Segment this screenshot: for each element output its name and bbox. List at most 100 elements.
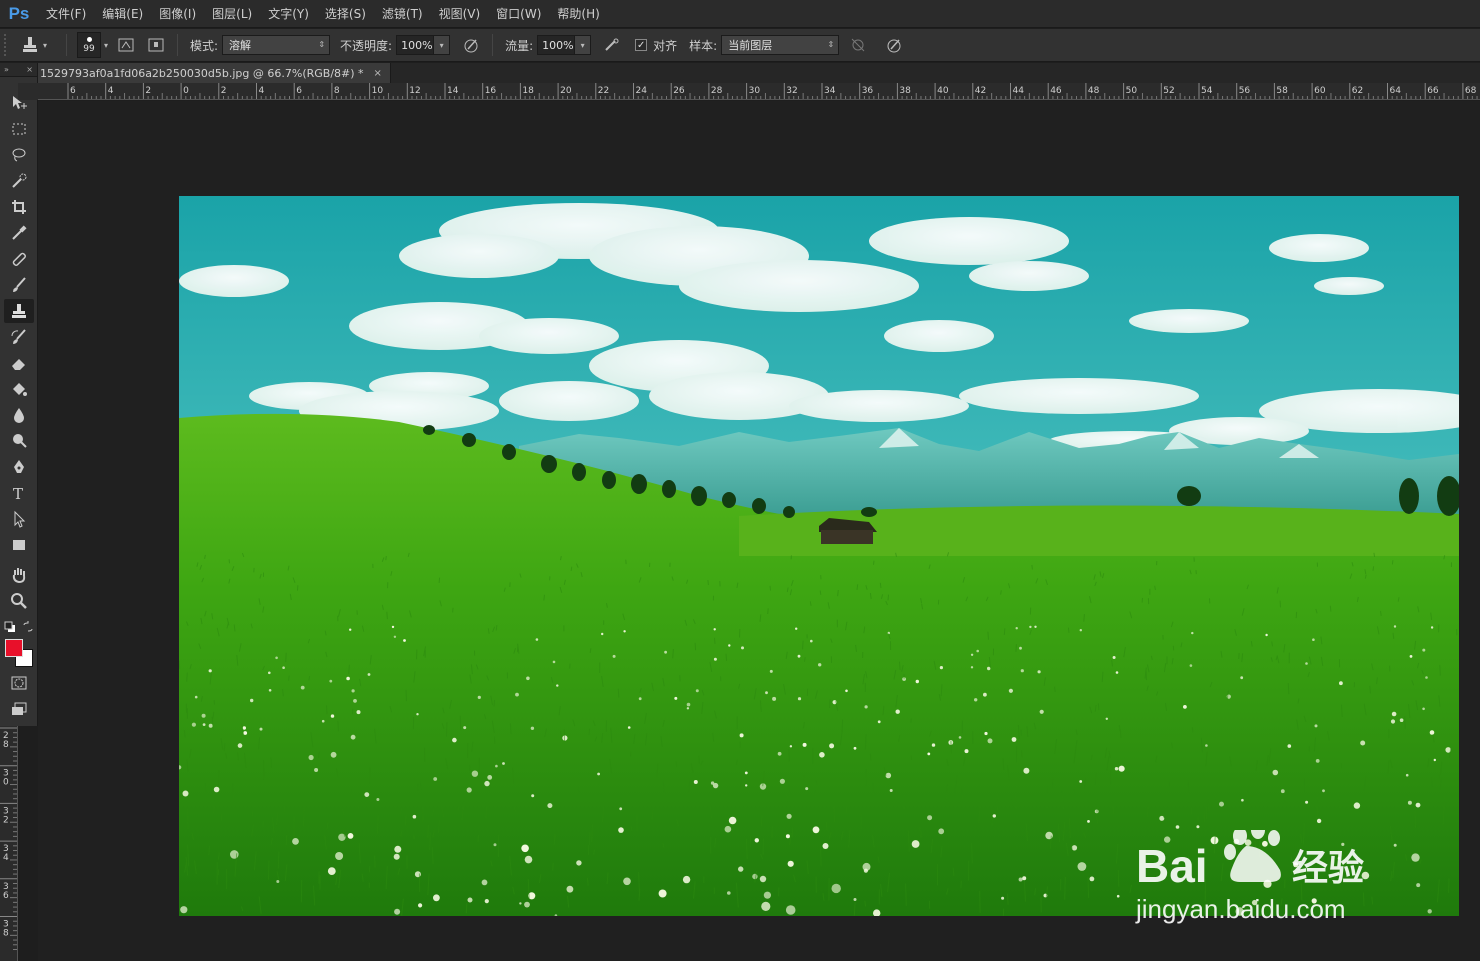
- flower-dot: [713, 657, 717, 661]
- menu-layer[interactable]: 图层(L): [204, 0, 260, 28]
- menu-edit[interactable]: 编辑(E): [94, 0, 151, 28]
- ruler-label: 8: [334, 86, 340, 96]
- ruler-label: 18: [522, 86, 534, 96]
- rectangle-tool[interactable]: [4, 533, 34, 557]
- ruler-label: 56: [1239, 86, 1251, 96]
- tools-panel-header[interactable]: » ×: [0, 63, 37, 77]
- hand-tool[interactable]: [4, 563, 34, 587]
- menu-image[interactable]: 图像(I): [151, 0, 204, 28]
- vertical-ruler[interactable]: 283032343638: [0, 726, 18, 961]
- flow-input[interactable]: 100%: [537, 35, 576, 55]
- ignore-adjustment-layers-button[interactable]: [847, 34, 869, 56]
- dodge-tool[interactable]: [4, 429, 34, 453]
- ruler-label: 54: [1201, 86, 1213, 96]
- swap-colors-button[interactable]: [22, 621, 34, 633]
- flower-dot: [1115, 671, 1119, 674]
- flower-dot: [738, 866, 744, 872]
- menu-filter[interactable]: 滤镜(T): [374, 0, 431, 28]
- flower-dot: [364, 792, 370, 797]
- zoom-tool[interactable]: [4, 589, 34, 613]
- flower-dot: [745, 784, 748, 787]
- mode-select[interactable]: 溶解 ⇕: [222, 35, 331, 55]
- crop-tool[interactable]: [4, 195, 34, 219]
- document-tab[interactable]: 1529793af0a1fd06a2b250030d5b.jpg @ 66.7%…: [38, 63, 391, 83]
- menu-help[interactable]: 帮助(H): [549, 0, 607, 28]
- airbrush-icon: [605, 38, 619, 51]
- ruler-label: 38: [899, 86, 911, 96]
- menu-file[interactable]: 文件(F): [38, 0, 94, 28]
- eraser-tool[interactable]: [4, 351, 34, 375]
- flower-dot: [327, 867, 336, 875]
- healing-brush-icon: [12, 252, 26, 266]
- marquee-tool[interactable]: [4, 117, 34, 141]
- healing-brush-tool[interactable]: [4, 247, 34, 271]
- flower-dot: [194, 695, 198, 699]
- default-colors-button[interactable]: [4, 621, 16, 633]
- grass-blade: [725, 653, 728, 661]
- options-grip[interactable]: [4, 34, 10, 56]
- menu-select[interactable]: 选择(S): [317, 0, 374, 28]
- grass-blade: [493, 699, 496, 707]
- grass-blade: [1021, 750, 1023, 758]
- paint-bucket-tool[interactable]: [4, 377, 34, 401]
- grass-blade: [617, 688, 620, 698]
- clone-stamp-tool[interactable]: [4, 299, 34, 323]
- brush-dropdown-chevron-icon[interactable]: ▾: [101, 36, 111, 54]
- pressure-opacity-button[interactable]: [460, 34, 482, 56]
- flower-dot: [1219, 801, 1224, 807]
- menu-view[interactable]: 视图(V): [431, 0, 489, 28]
- flower-dot: [321, 719, 325, 723]
- tool-preset-picker[interactable]: ▾: [20, 35, 60, 55]
- toggle-clone-source-button[interactable]: [145, 34, 167, 56]
- grass-blade: [1003, 628, 1006, 635]
- flower-dot: [759, 875, 767, 883]
- quick-select-tool[interactable]: [4, 169, 34, 193]
- path-select-tool[interactable]: [4, 507, 34, 531]
- pen-tool[interactable]: [4, 455, 34, 479]
- flower-dot: [789, 745, 793, 748]
- ruler-label: 6: [296, 86, 302, 96]
- brush-tool[interactable]: [4, 273, 34, 297]
- close-document-icon[interactable]: ×: [374, 68, 382, 79]
- opacity-input[interactable]: 100%: [396, 35, 435, 55]
- eyedropper-tool[interactable]: [4, 221, 34, 245]
- menu-window[interactable]: 窗口(W): [488, 0, 549, 28]
- flower-dot: [853, 898, 857, 901]
- flower-dot: [727, 891, 731, 895]
- ruler-origin[interactable]: [18, 83, 38, 100]
- grass-blade: [1031, 564, 1033, 570]
- blur-tool[interactable]: [4, 403, 34, 427]
- zoom-icon: [11, 593, 27, 609]
- close-panel-icon[interactable]: ×: [26, 65, 33, 74]
- sample-select[interactable]: 当前图层 ⇕: [721, 35, 840, 55]
- flower-dot: [785, 834, 790, 839]
- clone-stamp-icon: [23, 37, 37, 52]
- flower-dot: [191, 722, 196, 727]
- flower-dot: [618, 827, 624, 833]
- flower-dot: [710, 781, 715, 785]
- horizontal-ruler[interactable]: 6 4 2 0 2 4 6 8 10 12 14 16 18 20 22 24 26 28 30 32 34 36 38 40…: [38, 83, 1480, 100]
- grass-blade: [570, 566, 573, 571]
- screen-mode-button[interactable]: [4, 697, 34, 721]
- brush-preset-picker[interactable]: 99: [77, 32, 101, 58]
- airbrush-button[interactable]: [601, 34, 623, 56]
- flower-dot: [974, 698, 978, 702]
- flower-dot: [1272, 769, 1279, 776]
- align-checkbox[interactable]: ✓: [635, 39, 648, 51]
- type-tool[interactable]: T: [4, 481, 34, 505]
- toggle-brush-panel-button[interactable]: [115, 34, 137, 56]
- lasso-tool[interactable]: [4, 143, 34, 167]
- flower-dot: [502, 762, 505, 765]
- history-brush-tool[interactable]: [4, 325, 34, 349]
- menu-type[interactable]: 文字(Y): [260, 0, 317, 28]
- history-brush-icon: [11, 329, 26, 344]
- quick-mask-button[interactable]: [4, 671, 34, 695]
- grass-blade: [452, 607, 454, 613]
- opacity-dropdown-button[interactable]: ▾: [434, 35, 451, 55]
- flow-dropdown-button[interactable]: ▾: [575, 35, 592, 55]
- flower-dot: [394, 845, 402, 853]
- document-image[interactable]: [179, 196, 1459, 916]
- expand-panel-icon[interactable]: »: [4, 65, 9, 74]
- pressure-size-button[interactable]: [883, 34, 905, 56]
- foreground-color-swatch[interactable]: [5, 639, 23, 657]
